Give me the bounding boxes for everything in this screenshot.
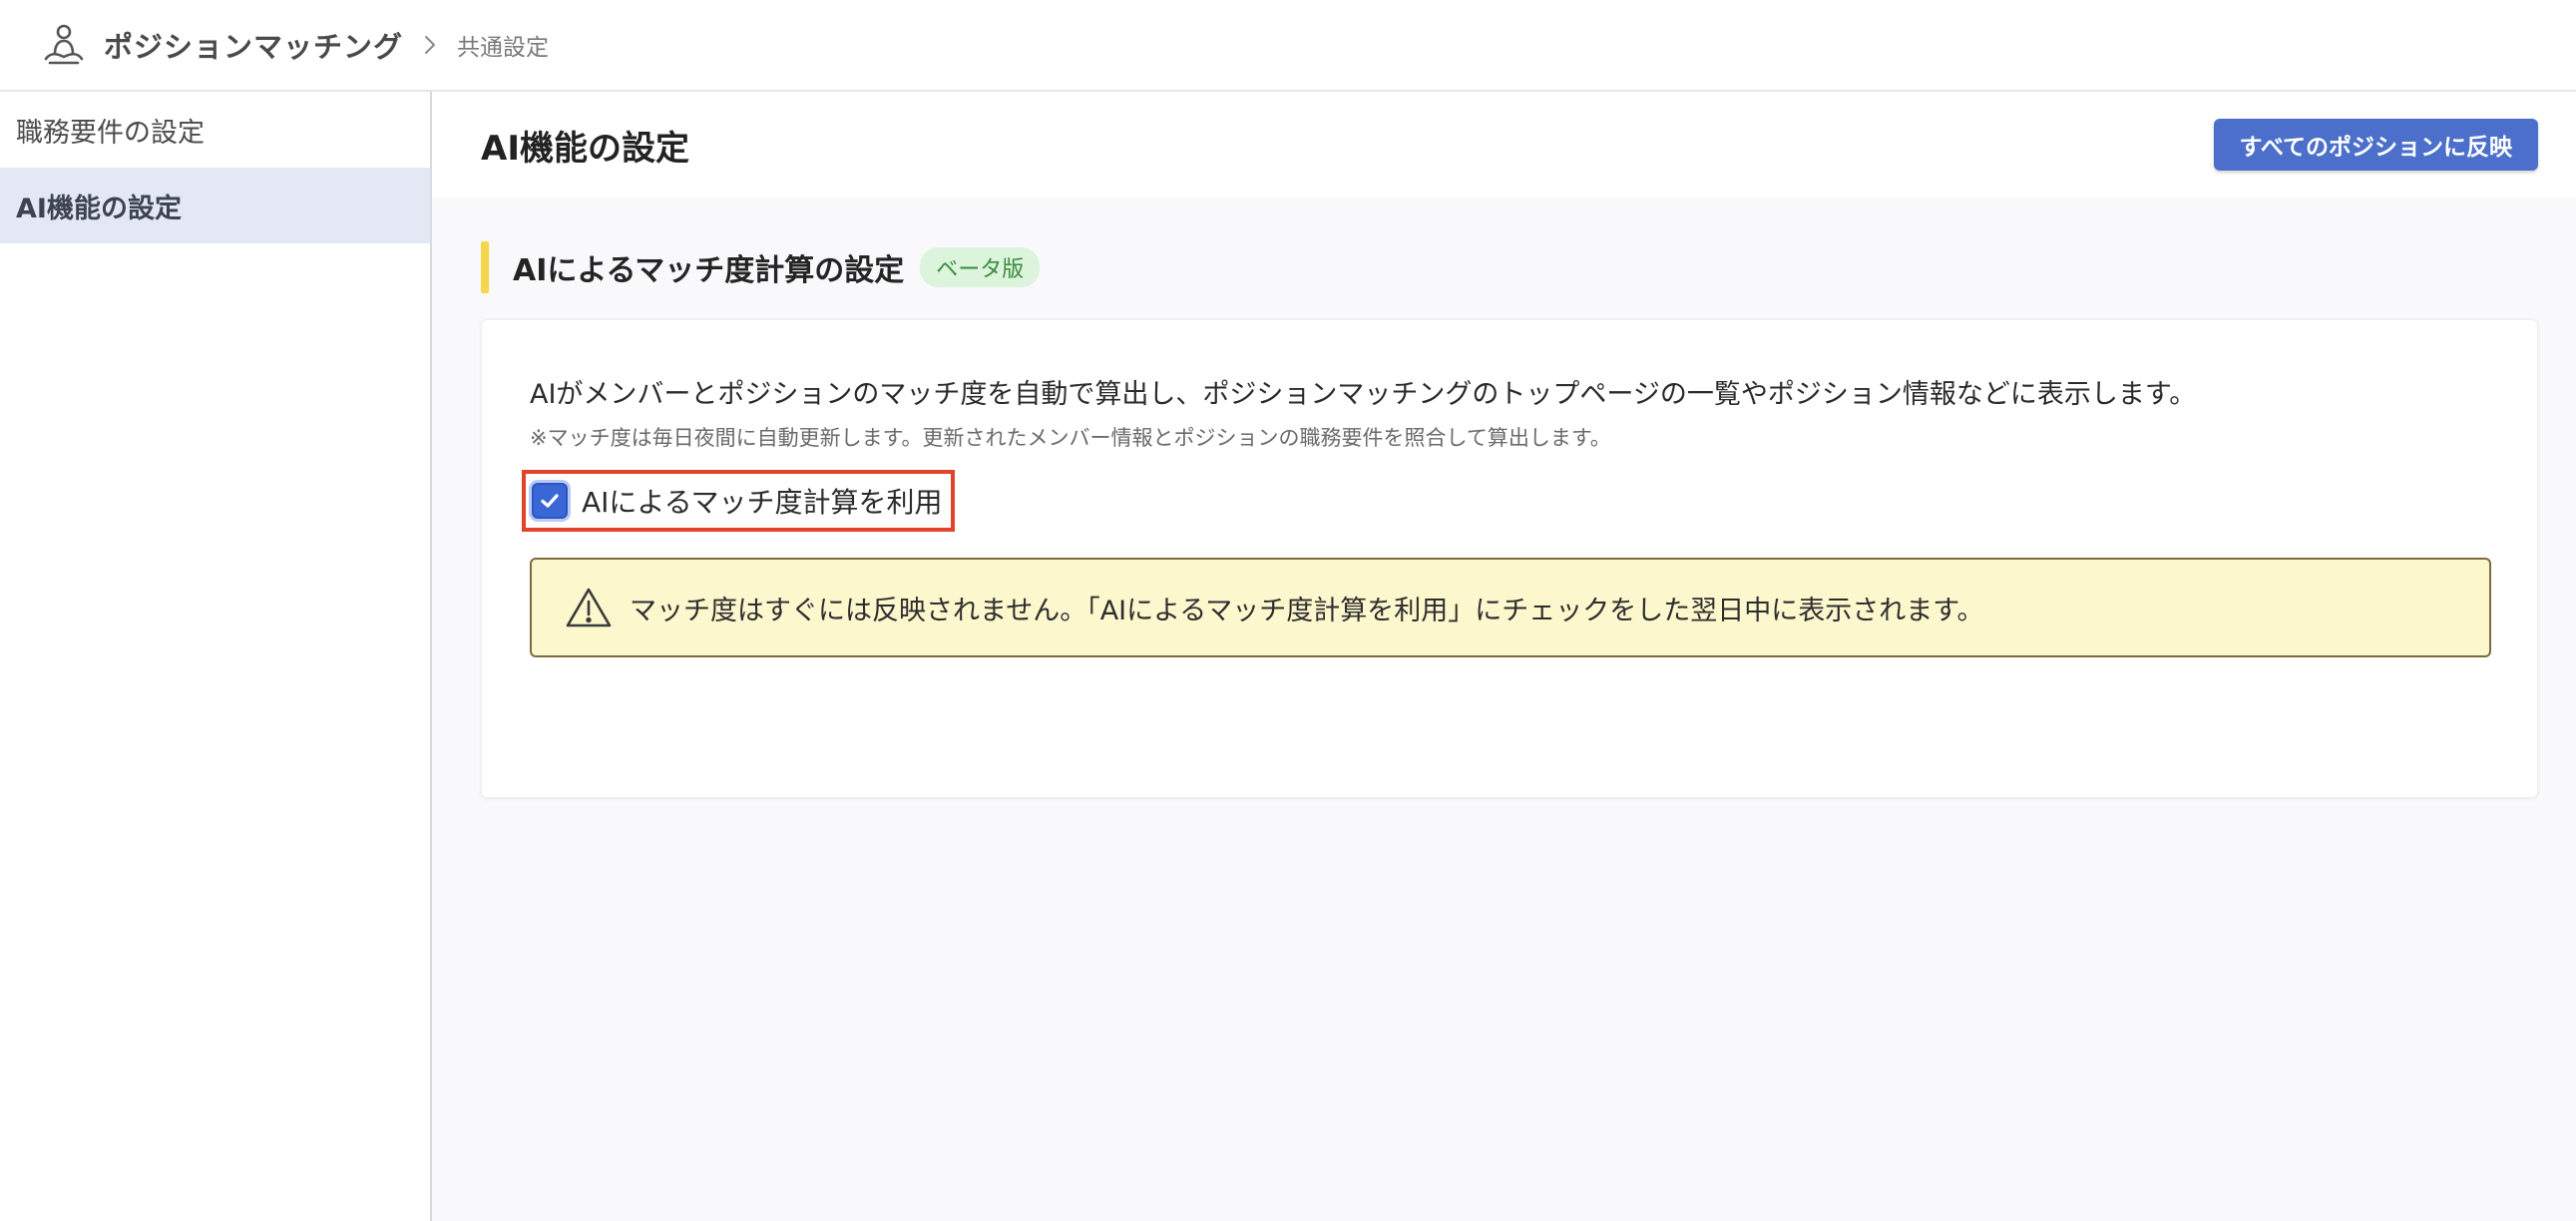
use-ai-match-checkbox-row[interactable]: AIによるマッチ度計算を利用 bbox=[522, 470, 955, 532]
section-accent-bar bbox=[481, 241, 489, 293]
use-ai-match-checkbox[interactable] bbox=[532, 483, 568, 519]
checkbox-label: AIによるマッチ度計算を利用 bbox=[582, 486, 943, 519]
chevron-right-icon bbox=[419, 34, 441, 56]
main-content: AI機能の設定 すべてのポジションに反映 AIによるマッチ度計算の設定 ベータ版… bbox=[432, 92, 2576, 1221]
warning-text: マッチ度はすぐには反映されません。「AIによるマッチ度計算を利用」にチェックをし… bbox=[630, 595, 1984, 626]
check-icon bbox=[541, 494, 559, 508]
reflect-all-positions-button[interactable]: すべてのポジションに反映 bbox=[2213, 119, 2538, 171]
sidebar-item-ai-settings[interactable]: AI機能の設定 bbox=[0, 168, 430, 243]
sidebar-item-job-requirements[interactable]: 職務要件の設定 bbox=[0, 92, 430, 168]
section-heading: AIによるマッチ度計算の設定 ベータ版 bbox=[481, 241, 1041, 293]
settings-card: AIがメンバーとポジションのマッチ度を自動で算出し、ポジションマッチングのトップ… bbox=[481, 319, 2538, 798]
section-note: ※マッチ度は毎日夜間に自動更新します。更新されたメンバー情報とポジションの職務要… bbox=[530, 426, 1611, 450]
warning-banner: マッチ度はすぐには反映されません。「AIによるマッチ度計算を利用」にチェックをし… bbox=[530, 558, 2491, 657]
sidebar: 職務要件の設定 AI機能の設定 bbox=[0, 92, 432, 1221]
beta-badge: ベータ版 bbox=[920, 247, 1041, 287]
page-title: AI機能の設定 bbox=[481, 128, 689, 169]
person-meditation-icon bbox=[40, 21, 88, 69]
section-title: AIによるマッチ度計算の設定 bbox=[513, 253, 905, 288]
app-name[interactable]: ポジションマッチング bbox=[104, 24, 403, 66]
sidebar-item-label: 職務要件の設定 bbox=[16, 117, 205, 149]
warning-triangle-icon bbox=[566, 587, 612, 628]
section-description: AIがメンバーとポジションのマッチ度を自動で算出し、ポジションマッチングのトップ… bbox=[530, 379, 2197, 410]
breadcrumb-current: 共通設定 bbox=[457, 35, 550, 61]
top-header: ポジションマッチング 共通設定 bbox=[0, 0, 2576, 92]
sidebar-item-label: AI機能の設定 bbox=[16, 193, 182, 224]
main-header: AI機能の設定 すべてのポジションに反映 bbox=[432, 92, 2576, 198]
